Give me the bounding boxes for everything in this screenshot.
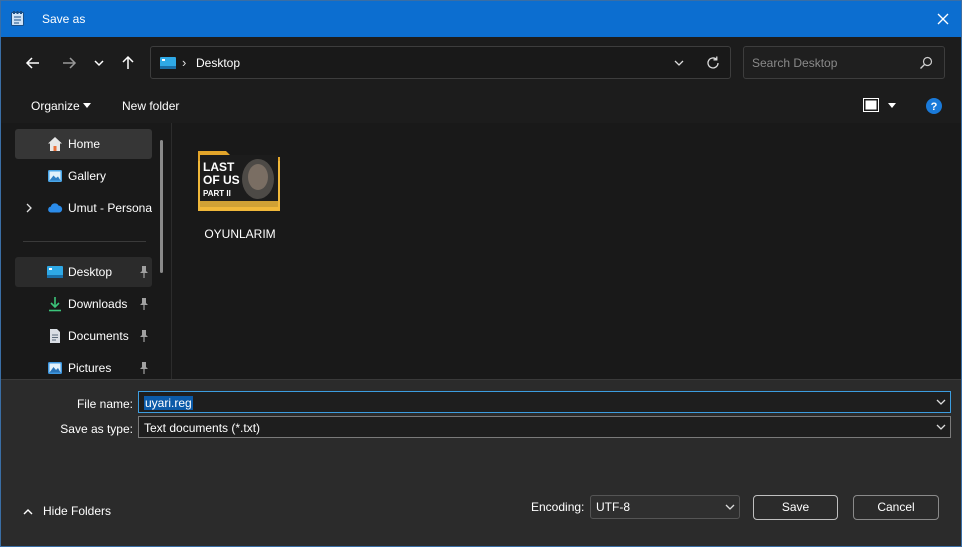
encoding-select[interactable]: UTF-8 [590, 495, 740, 519]
sidebar-item-downloads[interactable]: Downloads [15, 289, 152, 319]
view-mode-icon[interactable] [863, 98, 879, 112]
sidebar-item-label: Umut - Personal [68, 201, 152, 215]
title-bar: Save as [1, 1, 961, 37]
chevron-down-icon [94, 60, 104, 67]
thumb-text-line-2: OF US [203, 173, 240, 187]
address-bar[interactable]: › Desktop [150, 46, 731, 79]
pin-icon[interactable] [139, 298, 149, 310]
sidebar-item-desktop[interactable]: Desktop [15, 257, 152, 287]
file-name-label: File name: [76, 397, 133, 411]
up-button[interactable] [116, 51, 140, 75]
save-as-type-label: Save as type: [60, 422, 133, 436]
chevron-down-icon [725, 504, 735, 510]
onedrive-icon [48, 203, 63, 213]
file-name-value: uyari.reg [144, 396, 193, 410]
gallery-icon [48, 170, 62, 182]
save-as-dialog: Save as › Desktop Search Desktop Organiz… [0, 0, 962, 547]
chevron-down-icon[interactable] [673, 57, 685, 69]
caret-down-icon[interactable] [888, 103, 896, 109]
folder-icon: LAST OF US PART II [198, 151, 280, 211]
forward-button[interactable] [57, 51, 81, 75]
chevron-right-icon[interactable] [25, 203, 33, 213]
search-icon [920, 56, 933, 69]
save-options-panel: File name: uyari.reg Save as type: Text … [1, 379, 961, 546]
notepad-icon [11, 11, 24, 26]
breadcrumb-separator: › [182, 55, 187, 70]
home-icon [48, 137, 62, 151]
caret-down-icon[interactable] [83, 103, 91, 109]
sidebar-item-home[interactable]: Home [15, 129, 152, 159]
cancel-button[interactable]: Cancel [853, 495, 939, 520]
sidebar-item-documents[interactable]: Documents [15, 321, 152, 351]
chevron-down-icon[interactable] [936, 399, 946, 406]
search-box[interactable] [743, 46, 945, 79]
search-input[interactable] [752, 55, 912, 71]
refresh-icon[interactable] [705, 55, 721, 71]
forward-arrow-icon [63, 57, 77, 69]
sidebar-item-onedrive[interactable]: Umut - Personal [15, 193, 152, 223]
hide-folders-label: Hide Folders [43, 504, 112, 518]
window-title: Save as [42, 12, 86, 26]
thumb-text-line-3: PART II [203, 189, 231, 198]
documents-icon [50, 329, 60, 343]
sidebar-divider [23, 241, 146, 242]
save-button[interactable]: Save [753, 495, 838, 520]
recent-locations-button[interactable] [87, 51, 111, 75]
svg-text:?: ? [931, 101, 938, 113]
chevron-up-icon [23, 509, 33, 515]
organize-menu[interactable]: Organize [31, 99, 80, 113]
encoding-label: Encoding: [531, 500, 585, 514]
pin-icon[interactable] [139, 362, 149, 374]
sidebar-item-label: Gallery [68, 169, 107, 183]
new-folder-button[interactable]: New folder [122, 99, 179, 113]
sidebar-item-label: Home [68, 137, 101, 151]
close-icon [937, 13, 949, 25]
up-arrow-icon [122, 55, 134, 69]
command-bar: Organize New folder ? [1, 89, 961, 123]
navigation-bar: › Desktop [1, 37, 961, 89]
file-list: LAST OF US PART II OYUNLARIM [172, 123, 961, 379]
sidebar-item-gallery[interactable]: Gallery [15, 161, 152, 191]
breadcrumb-location[interactable]: Desktop [196, 56, 240, 70]
folder-name: OYUNLARIM [204, 227, 276, 241]
close-button[interactable] [931, 7, 955, 31]
file-name-input[interactable]: uyari.reg [138, 391, 951, 413]
back-arrow-icon [25, 57, 39, 69]
pictures-icon [48, 362, 62, 374]
help-icon[interactable]: ? [926, 98, 942, 114]
chevron-down-icon[interactable] [936, 424, 946, 431]
desktop-icon [47, 266, 63, 278]
save-as-type-value: Text documents (*.txt) [144, 421, 261, 435]
download-icon [49, 297, 61, 312]
navigation-pane: Home Gallery Umut - Personal Desktop Dow… [1, 123, 172, 379]
folder-item[interactable]: LAST OF US PART II OYUNLARIM [192, 139, 288, 249]
back-button[interactable] [21, 51, 45, 75]
sidebar-scrollbar[interactable] [160, 140, 163, 273]
thumb-text-line-1: LAST [203, 160, 235, 174]
save-as-type-select[interactable]: Text documents (*.txt) [138, 416, 951, 438]
desktop-icon [160, 57, 176, 69]
pin-icon[interactable] [139, 266, 149, 278]
encoding-value: UTF-8 [596, 500, 630, 514]
pin-icon[interactable] [139, 330, 149, 342]
